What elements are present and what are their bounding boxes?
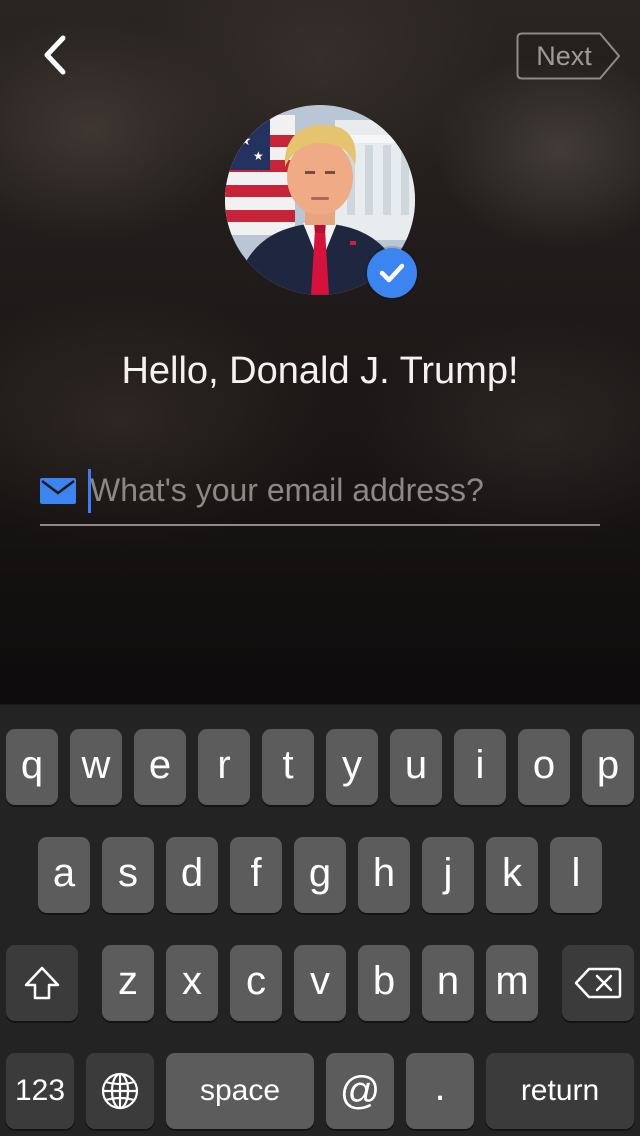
globe-icon [101,1072,139,1110]
key-v[interactable]: v [294,945,346,1021]
svg-text:★: ★ [253,149,264,163]
key-k[interactable]: k [486,837,538,913]
key-l[interactable]: l [550,837,602,913]
return-key[interactable]: return [486,1053,634,1129]
next-button[interactable]: Next [516,32,622,80]
key-n[interactable]: n [422,945,474,1021]
email-field[interactable]: What's your email address? [40,466,600,526]
key-y[interactable]: y [326,729,378,805]
key-j[interactable]: j [422,837,474,913]
svg-text:★: ★ [239,133,252,149]
verified-badge [367,248,417,298]
key-h[interactable]: h [358,837,410,913]
key-o[interactable]: o [518,729,570,805]
mail-icon [40,478,76,504]
key-q[interactable]: q [6,729,58,805]
key-e[interactable]: e [134,729,186,805]
email-placeholder: What's your email address? [90,472,484,508]
chevron-left-icon [44,35,66,75]
backspace-icon [574,967,622,999]
key-f[interactable]: f [230,837,282,913]
space-key[interactable]: space [166,1053,314,1129]
check-badge-icon [379,263,405,283]
back-button[interactable] [30,28,80,82]
shift-icon [24,966,60,1000]
key-i[interactable]: i [454,729,506,805]
key-r[interactable]: r [198,729,250,805]
keyboard: qwertyuiop asdfghjkl zxcvbnm 123 space @… [0,704,640,1136]
at-key[interactable]: @ [326,1053,394,1129]
key-x[interactable]: x [166,945,218,1021]
key-s[interactable]: s [102,837,154,913]
signup-screen: Next ★ ★ Hello, Donald J. Trump! What's … [0,0,640,1136]
key-g[interactable]: g [294,837,346,913]
key-t[interactable]: t [262,729,314,805]
key-b[interactable]: b [358,945,410,1021]
globe-key[interactable] [86,1053,154,1129]
greeting-title: Hello, Donald J. Trump! [121,350,519,392]
key-w[interactable]: w [70,729,122,805]
key-u[interactable]: u [390,729,442,805]
key-p[interactable]: p [582,729,634,805]
next-label: Next [536,41,592,71]
key-d[interactable]: d [166,837,218,913]
delete-key[interactable] [562,945,634,1021]
key-m[interactable]: m [486,945,538,1021]
dot-key[interactable]: . [406,1053,474,1129]
key-c[interactable]: c [230,945,282,1021]
shift-key[interactable] [6,945,78,1021]
numbers-key[interactable]: 123 [6,1053,74,1129]
key-a[interactable]: a [38,837,90,913]
key-z[interactable]: z [102,945,154,1021]
